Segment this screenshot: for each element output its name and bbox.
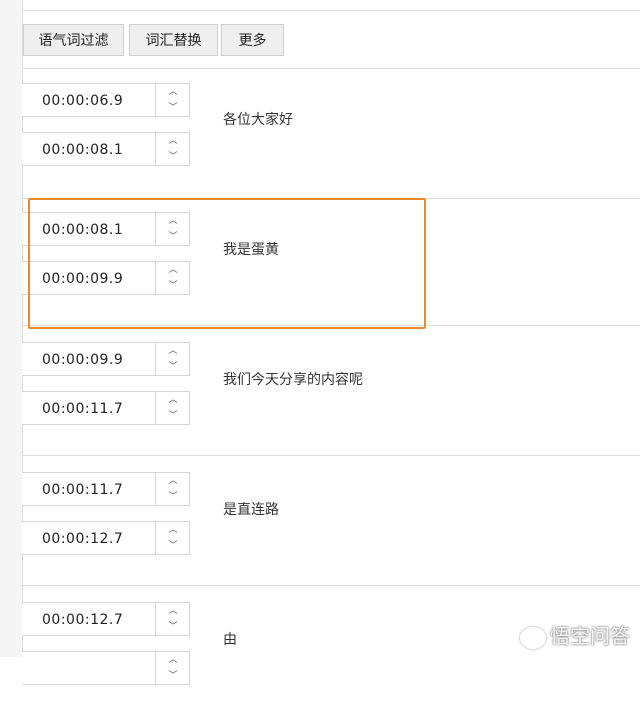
time-stepper[interactable]: ︿ ﹀	[155, 133, 190, 165]
highlight-box	[28, 198, 426, 329]
left-panel-edge	[0, 0, 23, 657]
chevron-down-icon[interactable]: ﹀	[156, 149, 190, 165]
word-replace-button[interactable]: 词汇替换	[129, 24, 218, 56]
end-time-value[interactable]: 00:00:12.7	[42, 522, 123, 556]
start-time-value[interactable]: 00:00:09.9	[42, 343, 123, 377]
chevron-down-icon[interactable]: ﹀	[156, 619, 190, 635]
subtitle-text[interactable]: 是直连路	[223, 499, 279, 519]
end-time-value[interactable]: 00:00:08.1	[42, 133, 123, 167]
time-stepper[interactable]: ︿ ﹀	[155, 392, 190, 424]
chevron-down-icon[interactable]: ﹀	[156, 100, 190, 116]
chevron-up-icon[interactable]: ︿	[156, 603, 190, 619]
chevron-down-icon[interactable]: ﹀	[156, 489, 190, 505]
end-time-field[interactable]: ︿ ﹀	[22, 651, 190, 685]
subtitle-row: 00:00:06.9 ︿ ﹀ 00:00:08.1 ︿ ﹀ 各位大家好	[22, 68, 640, 199]
watermark-text: 悟空问答	[550, 624, 630, 648]
start-time-field[interactable]: 00:00:11.7 ︿ ﹀	[22, 472, 190, 506]
end-time-field[interactable]: 00:00:11.7 ︿ ﹀	[22, 391, 190, 425]
chevron-down-icon[interactable]: ﹀	[156, 668, 190, 684]
chevron-up-icon[interactable]: ︿	[156, 343, 190, 359]
more-button[interactable]: 更多	[221, 24, 284, 56]
subtitle-text[interactable]: 我们今天分享的内容呢	[223, 369, 363, 389]
chevron-up-icon[interactable]: ︿	[156, 84, 190, 100]
time-stepper[interactable]: ︿ ﹀	[155, 522, 190, 554]
chevron-up-icon[interactable]: ︿	[156, 522, 190, 538]
end-time-field[interactable]: 00:00:12.7 ︿ ﹀	[22, 521, 190, 555]
subtitle-row: 00:00:09.9 ︿ ﹀ 00:00:11.7 ︿ ﹀ 我们今天分享的内容呢	[22, 325, 640, 456]
subtitle-text[interactable]: 由	[223, 629, 237, 649]
start-time-field[interactable]: 00:00:09.9 ︿ ﹀	[22, 342, 190, 376]
chat-bubble-icon	[520, 626, 546, 649]
time-stepper[interactable]: ︿ ﹀	[155, 343, 190, 375]
chevron-up-icon[interactable]: ︿	[156, 392, 190, 408]
filter-filler-words-button[interactable]: 语气词过滤	[23, 24, 124, 56]
start-time-value[interactable]: 00:00:12.7	[42, 603, 123, 637]
chevron-up-icon[interactable]: ︿	[156, 133, 190, 149]
watermark: 悟空问答	[520, 620, 630, 649]
subtitle-row: 00:00:11.7 ︿ ﹀ 00:00:12.7 ︿ ﹀ 是直连路	[22, 455, 640, 586]
subtitle-text[interactable]: 各位大家好	[223, 109, 293, 129]
end-time-value[interactable]: 00:00:11.7	[42, 392, 123, 426]
time-stepper[interactable]: ︿ ﹀	[155, 84, 190, 116]
chevron-down-icon[interactable]: ﹀	[156, 359, 190, 375]
time-stepper[interactable]: ︿ ﹀	[155, 473, 190, 505]
chevron-up-icon[interactable]: ︿	[156, 473, 190, 489]
toolbar: 语气词过滤 词汇替换 更多	[22, 0, 640, 69]
end-time-field[interactable]: 00:00:08.1 ︿ ﹀	[22, 132, 190, 166]
start-time-field[interactable]: 00:00:12.7 ︿ ﹀	[22, 602, 190, 636]
start-time-field[interactable]: 00:00:06.9 ︿ ﹀	[22, 83, 190, 117]
chevron-down-icon[interactable]: ﹀	[156, 538, 190, 554]
chevron-down-icon[interactable]: ﹀	[156, 408, 190, 424]
start-time-value[interactable]: 00:00:06.9	[42, 84, 123, 118]
chevron-up-icon[interactable]: ︿	[156, 652, 190, 668]
start-time-value[interactable]: 00:00:11.7	[42, 473, 123, 507]
time-stepper[interactable]: ︿ ﹀	[155, 603, 190, 635]
subtitle-row: 00:00:12.7 ︿ ﹀ ︿ ﹀ 由	[22, 585, 640, 715]
